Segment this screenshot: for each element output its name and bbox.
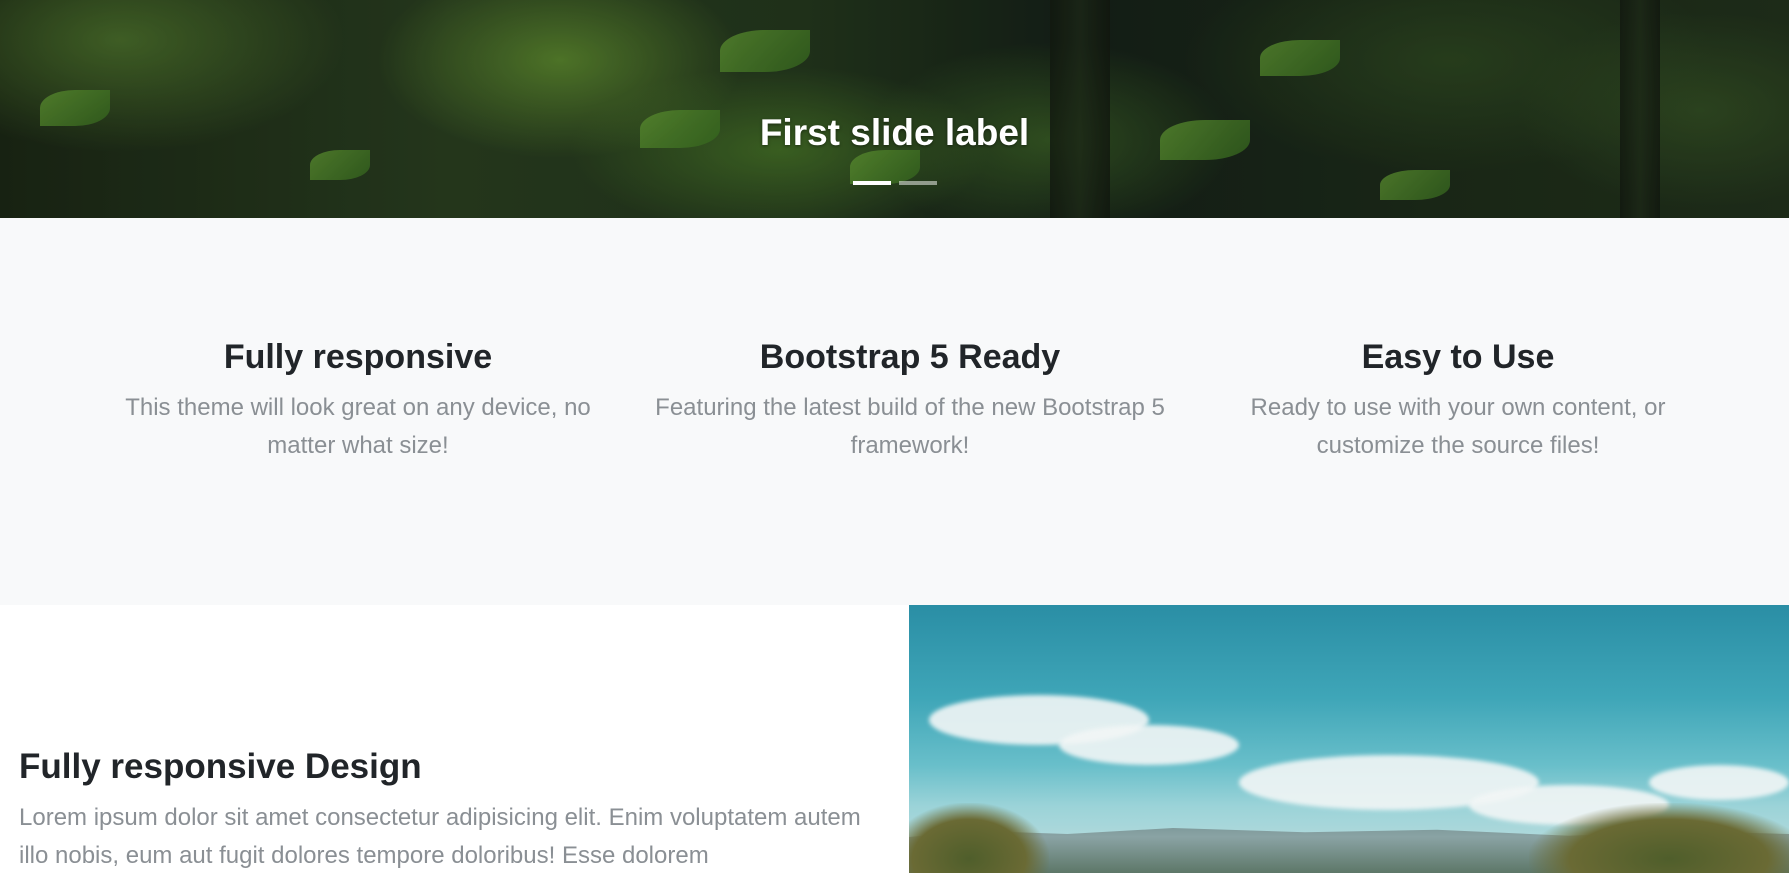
cloud-shape xyxy=(1059,725,1239,765)
cloud-shape xyxy=(1649,765,1789,800)
showcase-landscape-image xyxy=(909,605,1789,873)
showcase-description: Lorem ipsum dolor sit amet consectetur a… xyxy=(19,804,861,869)
carousel-indicator-1[interactable] xyxy=(852,181,891,185)
showcase-section: Fully responsive Design Lorem ipsum dolo… xyxy=(0,605,1789,873)
feature-description: This theme will look great on any device… xyxy=(125,394,591,459)
feature-card: Easy to Use Ready to use with your own c… xyxy=(1220,338,1696,465)
feature-description: Featuring the latest build of the new Bo… xyxy=(655,394,1165,459)
tree-cluster xyxy=(909,803,1049,873)
feature-card: Fully responsive This theme will look gr… xyxy=(100,338,616,465)
showcase-text: Fully responsive Design Lorem ipsum dolo… xyxy=(19,747,889,873)
feature-title: Easy to Use xyxy=(1361,338,1555,376)
feature-title: Fully responsive xyxy=(223,338,493,376)
tree-cluster xyxy=(1529,803,1789,873)
feature-card: Bootstrap 5 Ready Featuring the latest b… xyxy=(640,338,1180,465)
features-section: Fully responsive This theme will look gr… xyxy=(0,218,1789,605)
image-carousel: First slide label xyxy=(0,0,1789,218)
feature-description: Ready to use with your own content, or c… xyxy=(1250,394,1666,459)
carousel-indicator-2[interactable] xyxy=(898,181,937,185)
carousel-caption: First slide label xyxy=(759,112,1030,153)
feature-title: Bootstrap 5 Ready xyxy=(759,338,1061,376)
carousel-indicators xyxy=(0,181,1789,185)
showcase-title: Fully responsive Design xyxy=(19,747,422,786)
carousel-overlay xyxy=(0,0,1789,218)
